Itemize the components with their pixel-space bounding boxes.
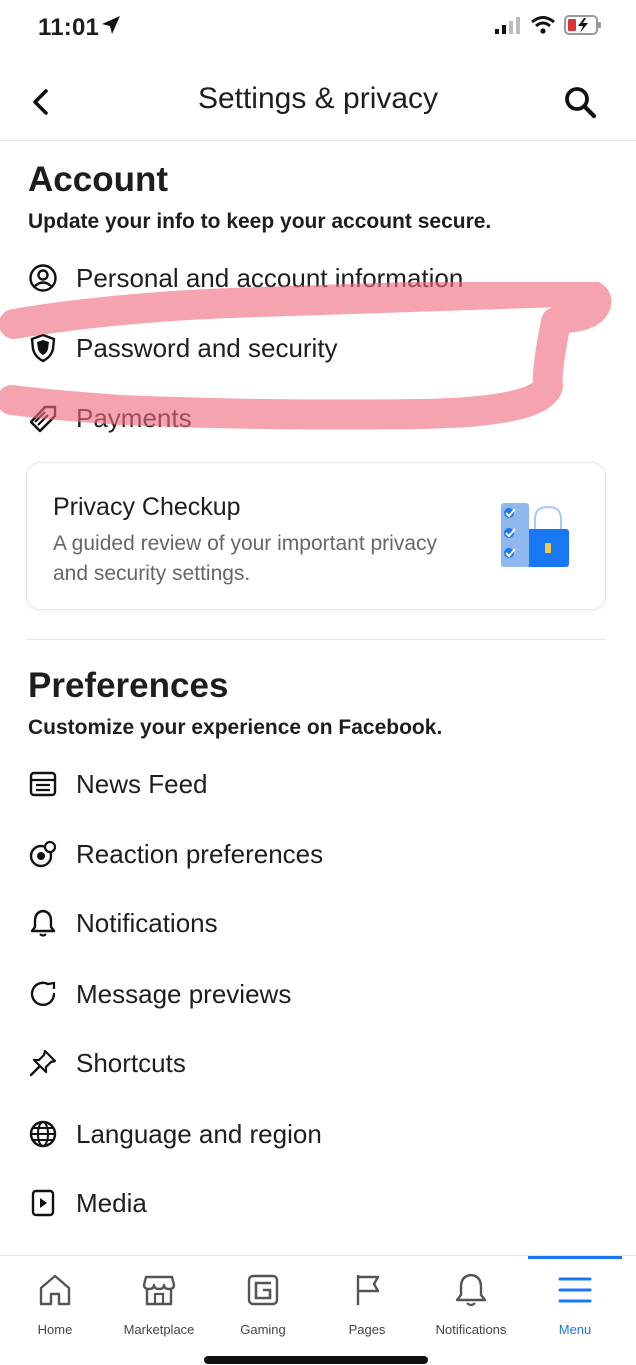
menu-item-language-region[interactable]: Language and region [26, 1106, 606, 1162]
lock-checklist-icon [497, 499, 577, 580]
tab-pages[interactable]: Pages [314, 1270, 420, 1337]
status-time: 11:01 [38, 14, 100, 41]
privacy-checkup-description: A guided review of your important privac… [53, 532, 438, 585]
user-circle-icon [26, 261, 60, 295]
globe-icon [26, 1117, 60, 1151]
tab-notifications[interactable]: Notifications [418, 1270, 524, 1337]
menu-item-label: News Feed [76, 768, 208, 799]
search-icon[interactable] [562, 84, 598, 120]
tab-marketplace[interactable]: Marketplace [106, 1270, 212, 1337]
tab-label: Menu [558, 1322, 592, 1337]
menu-item-label: Media [76, 1187, 147, 1218]
reaction-icon [26, 837, 60, 871]
menu-item-payments[interactable]: Payments [26, 390, 606, 446]
wifi-icon [530, 15, 556, 40]
signal-icon [494, 15, 522, 40]
tag-icon [26, 401, 60, 435]
menu-item-label: Language and region [76, 1118, 322, 1149]
menu-icon [556, 1271, 594, 1314]
preferences-section-title: Preferences [28, 666, 229, 705]
message-preview-icon [26, 977, 60, 1011]
gaming-icon [244, 1271, 282, 1314]
menu-item-news-feed[interactable]: News Feed [26, 756, 606, 812]
privacy-checkup-title: Privacy Checkup [53, 493, 241, 521]
section-divider [26, 639, 606, 640]
page-title: Settings & privacy [197, 82, 439, 115]
marketplace-icon [140, 1271, 178, 1314]
tab-label: Pages [348, 1322, 386, 1337]
bell-icon [452, 1271, 490, 1314]
menu-item-label: Message previews [76, 978, 292, 1009]
home-indicator [204, 1356, 428, 1364]
shield-icon [26, 331, 60, 365]
tab-label: Marketplace [123, 1322, 195, 1337]
menu-item-password-security[interactable]: Password and security [26, 320, 606, 376]
news-feed-icon [26, 767, 60, 801]
menu-item-label: Reaction preferences [76, 838, 324, 869]
menu-item-reaction-preferences[interactable]: Reaction preferences [26, 826, 606, 882]
tab-label: Notifications [435, 1322, 507, 1337]
home-icon [36, 1271, 74, 1314]
menu-item-label: Payments [76, 402, 192, 433]
tab-label: Home [37, 1322, 73, 1337]
tab-label: Gaming [240, 1322, 286, 1337]
menu-item-label: Password and security [76, 332, 338, 363]
menu-item-notifications[interactable]: Notifications [26, 895, 606, 951]
pin-icon [26, 1046, 60, 1080]
account-section-subtitle: Update your info to keep your account se… [28, 210, 492, 233]
menu-item-label: Notifications [76, 907, 218, 938]
tab-gaming[interactable]: Gaming [210, 1270, 316, 1337]
media-icon [26, 1186, 60, 1220]
status-bar: 11:01 [0, 0, 636, 60]
location-arrow-icon [100, 14, 122, 41]
menu-item-label: Shortcuts [76, 1047, 186, 1078]
menu-item-message-previews[interactable]: Message previews [26, 966, 606, 1022]
menu-item-personal-account-info[interactable]: Personal and account information [26, 250, 606, 306]
account-section-title: Account [28, 160, 168, 199]
battery-icon [564, 14, 602, 41]
flag-icon [348, 1271, 386, 1314]
preferences-section-subtitle: Customize your experience on Facebook. [28, 716, 443, 739]
bottom-tab-bar: Home Marketplace Gaming Pages Notificati… [0, 1255, 636, 1365]
privacy-checkup-card[interactable]: Privacy Checkup A guided review of your … [26, 462, 606, 610]
tab-menu[interactable]: Menu [522, 1270, 628, 1337]
tab-home[interactable]: Home [2, 1270, 108, 1337]
top-nav-bar: Settings & privacy [0, 62, 636, 141]
menu-item-label: Personal and account information [76, 262, 464, 293]
active-tab-indicator [528, 1256, 622, 1259]
bell-icon [26, 906, 60, 940]
menu-item-media[interactable]: Media [26, 1175, 606, 1231]
menu-item-shortcuts[interactable]: Shortcuts [26, 1035, 606, 1091]
